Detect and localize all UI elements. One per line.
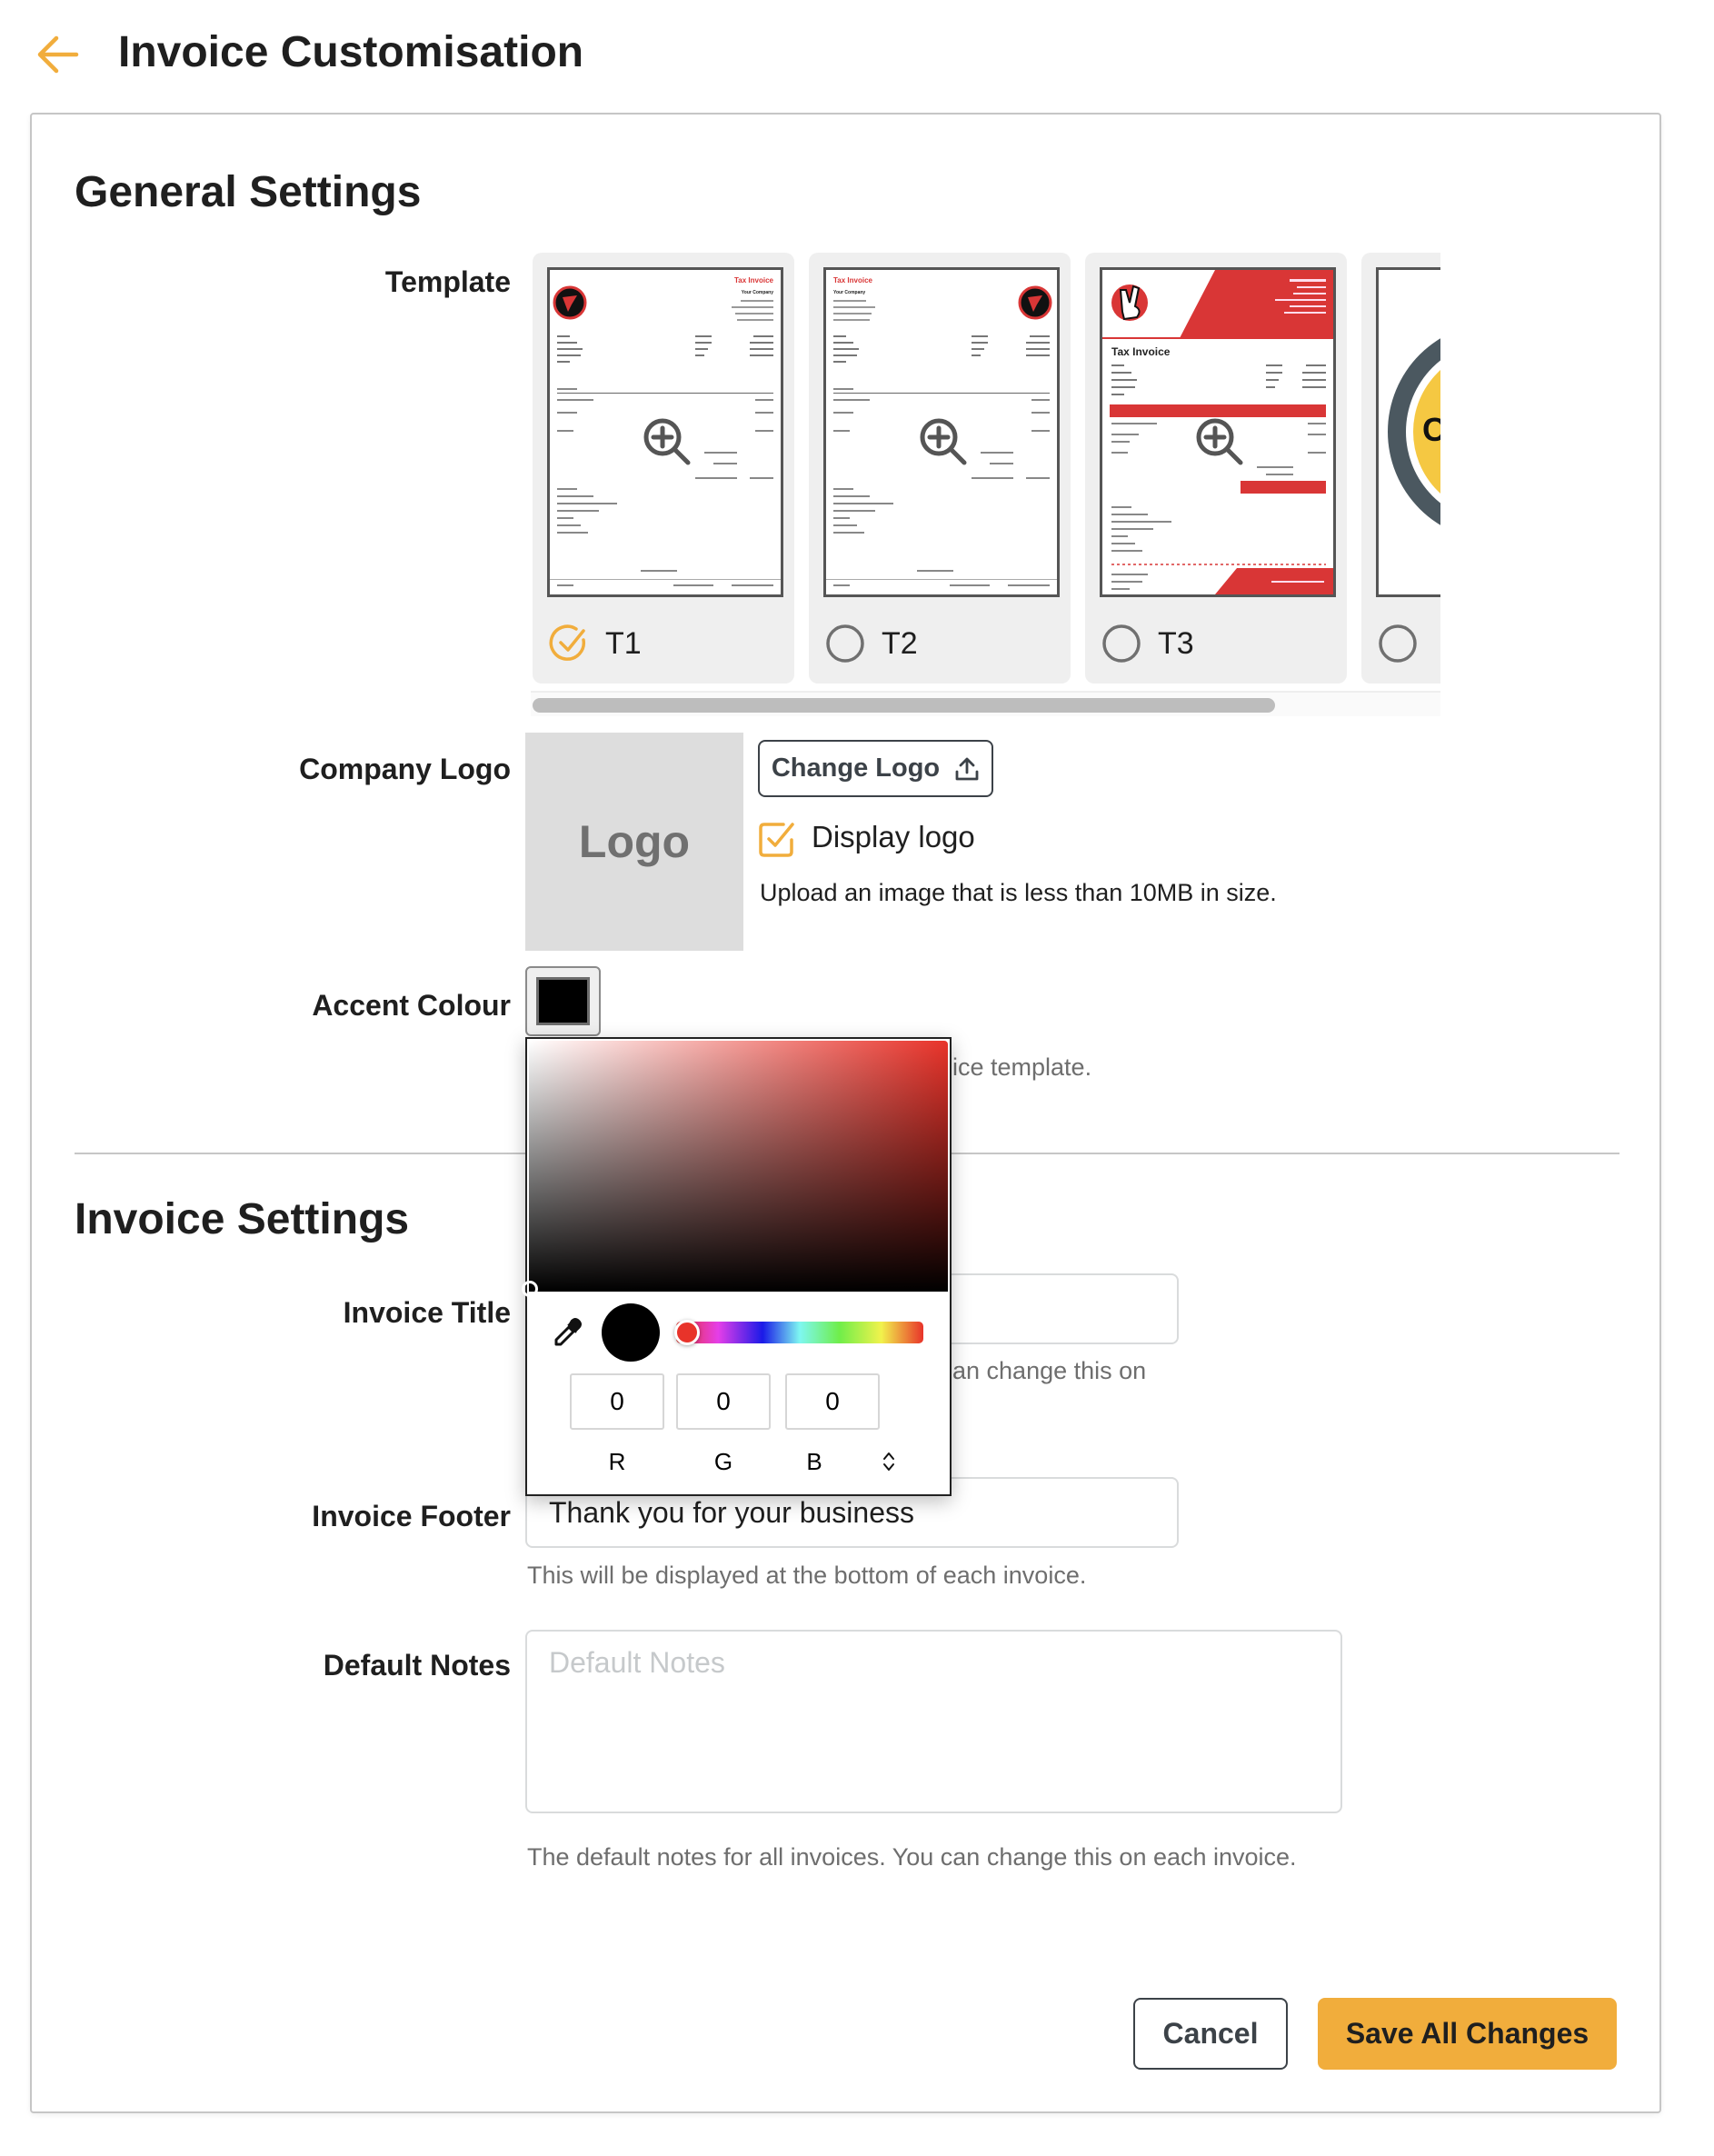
red-label: R: [608, 1448, 626, 1475]
blue-label: B: [806, 1448, 822, 1475]
page-title: Invoice Customisation: [118, 28, 584, 76]
colour-mode-toggle-icon[interactable]: [882, 1450, 896, 1473]
template-label-t3: T3: [1158, 626, 1194, 661]
svg-text:C: C: [1422, 411, 1440, 448]
upload-icon: [955, 757, 979, 780]
accent-colour-label: Accent Colour: [312, 989, 511, 1022]
invoice-title-label: Invoice Title: [343, 1296, 511, 1329]
template-scrollbar-thumb[interactable]: [533, 698, 1275, 713]
default-notes-textarea[interactable]: [525, 1630, 1342, 1813]
colour-preview-dot: [602, 1303, 660, 1362]
svg-text:Your Company: Your Company: [833, 290, 865, 295]
invoice-title-helper: an change this on: [952, 1357, 1147, 1384]
general-settings-title: General Settings: [75, 168, 422, 216]
green-input[interactable]: [676, 1373, 771, 1430]
default-notes-helper: The default notes for all invoices. You …: [527, 1843, 1297, 1871]
save-all-changes-button[interactable]: Save All Changes: [1318, 1998, 1617, 2070]
display-logo-label[interactable]: Display logo: [812, 818, 975, 856]
radio-unchecked-icon[interactable]: [1101, 624, 1141, 664]
invoice-footer-label: Invoice Footer: [312, 1500, 511, 1532]
back-button[interactable]: [36, 33, 80, 76]
template-card-t2[interactable]: Tax Invoice Your Company T2: [809, 253, 1071, 684]
change-logo-label: Change Logo: [771, 754, 941, 783]
template-label: Template: [384, 265, 511, 298]
company-logo-label: Company Logo: [299, 753, 511, 785]
green-label: G: [713, 1448, 733, 1475]
blue-input[interactable]: [785, 1373, 880, 1430]
accent-colour-helper: ice template.: [952, 1053, 1092, 1081]
zoom-in-icon[interactable]: [641, 415, 695, 470]
radio-checked-icon[interactable]: [549, 624, 589, 664]
saturation-value-area[interactable]: [522, 1041, 948, 1297]
invoice-footer-helper: This will be displayed at the bottom of …: [527, 1562, 1087, 1589]
template-preview-t3[interactable]: Tax Invoice: [1100, 267, 1336, 597]
template-card-t4[interactable]: C: [1361, 253, 1440, 684]
template-preview-t4[interactable]: C: [1376, 267, 1440, 597]
eyedropper-icon[interactable]: [551, 1317, 583, 1350]
logo-placeholder: Logo: [525, 733, 743, 951]
template-carousel[interactable]: Tax Invoice Your Company T1 Tax Invoice …: [531, 251, 1440, 720]
template-card-t3[interactable]: Tax Invoice T3: [1085, 253, 1347, 684]
template-preview-t1[interactable]: Tax Invoice Your Company: [547, 267, 783, 597]
invoice-preview-graphic: C: [1388, 338, 1440, 525]
hue-slider-thumb[interactable]: [674, 1320, 700, 1345]
accent-colour-swatch-button[interactable]: [525, 966, 601, 1036]
template-preview-t2[interactable]: Tax Invoice Your Company: [823, 267, 1060, 597]
logo-upload-helper: Upload an image that is less than 10MB i…: [760, 879, 1277, 906]
arrow-left-icon: [37, 35, 79, 74]
preview-title: Tax Invoice: [833, 276, 873, 284]
hue-slider[interactable]: [676, 1322, 923, 1343]
radio-unchecked-icon[interactable]: [1378, 624, 1418, 664]
red-input[interactable]: [570, 1373, 664, 1430]
cancel-button[interactable]: Cancel: [1133, 1998, 1288, 2070]
preview-title: Tax Invoice: [734, 276, 774, 284]
template-card-t1[interactable]: Tax Invoice Your Company T1: [533, 253, 794, 684]
preview-title: Tax Invoice: [1111, 345, 1171, 358]
accent-colour-swatch: [536, 977, 590, 1025]
zoom-in-icon[interactable]: [917, 415, 972, 470]
default-notes-label: Default Notes: [323, 1649, 511, 1682]
template-label-t2: T2: [882, 626, 918, 661]
radio-unchecked-icon[interactable]: [825, 624, 865, 664]
display-logo-checkbox[interactable]: [758, 822, 794, 858]
colour-picker-popover: R G B: [522, 1037, 952, 1496]
zoom-in-icon[interactable]: [1193, 415, 1248, 470]
saturation-handle[interactable]: [522, 1281, 538, 1297]
template-label-t1: T1: [605, 626, 642, 661]
svg-text:Your Company: Your Company: [742, 290, 773, 295]
invoice-settings-title: Invoice Settings: [75, 1195, 410, 1243]
change-logo-button[interactable]: Change Logo: [758, 740, 993, 797]
